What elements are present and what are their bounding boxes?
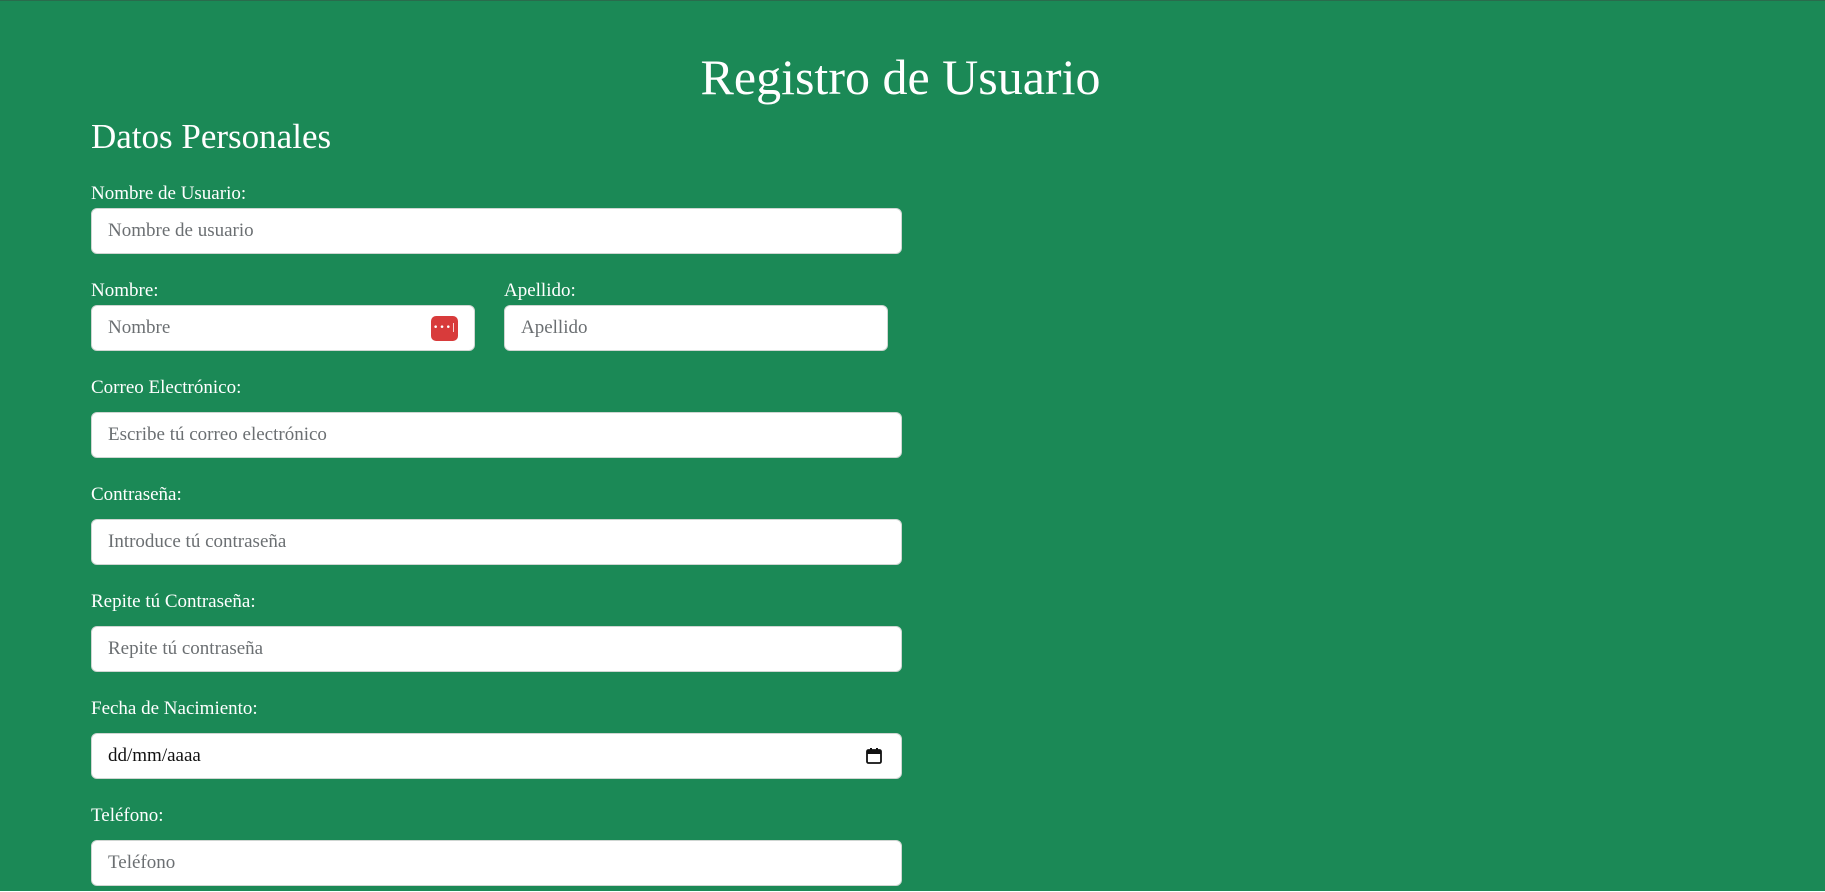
email-input[interactable]: [108, 424, 885, 446]
last-name-input[interactable]: [521, 317, 871, 339]
email-field[interactable]: [91, 412, 902, 458]
first-name-label: Nombre:: [91, 280, 159, 301]
first-name-field[interactable]: •••|: [91, 305, 475, 351]
username-label: Nombre de Usuario:: [91, 183, 247, 204]
email-label: Correo Electrónico:: [91, 377, 242, 398]
username-input[interactable]: [108, 220, 885, 242]
username-field[interactable]: [91, 208, 902, 254]
registration-page: Registro de Usuario Datos Personales Nom…: [0, 0, 1825, 891]
phone-field[interactable]: [91, 840, 902, 886]
password-repeat-field[interactable]: [91, 626, 902, 672]
birth-date-value[interactable]: dd/mm/aaaa: [108, 745, 865, 767]
birth-date-label: Fecha de Nacimiento:: [91, 698, 258, 719]
page-title: Registro de Usuario: [700, 49, 1101, 105]
first-name-input[interactable]: [108, 317, 425, 339]
calendar-icon[interactable]: [865, 747, 883, 765]
password-label: Contraseña:: [91, 484, 182, 505]
password-repeat-label: Repite tú Contraseña:: [91, 591, 256, 612]
phone-input[interactable]: [108, 852, 885, 874]
password-manager-icon[interactable]: •••|: [431, 315, 458, 341]
password-input[interactable]: [108, 531, 885, 553]
birth-date-field[interactable]: dd/mm/aaaa: [91, 733, 902, 779]
phone-label: Teléfono:: [91, 805, 164, 826]
last-name-label: Apellido:: [504, 280, 576, 301]
password-repeat-input[interactable]: [108, 638, 885, 660]
last-name-field[interactable]: [504, 305, 888, 351]
password-field[interactable]: [91, 519, 902, 565]
section-title: Datos Personales: [91, 117, 332, 156]
